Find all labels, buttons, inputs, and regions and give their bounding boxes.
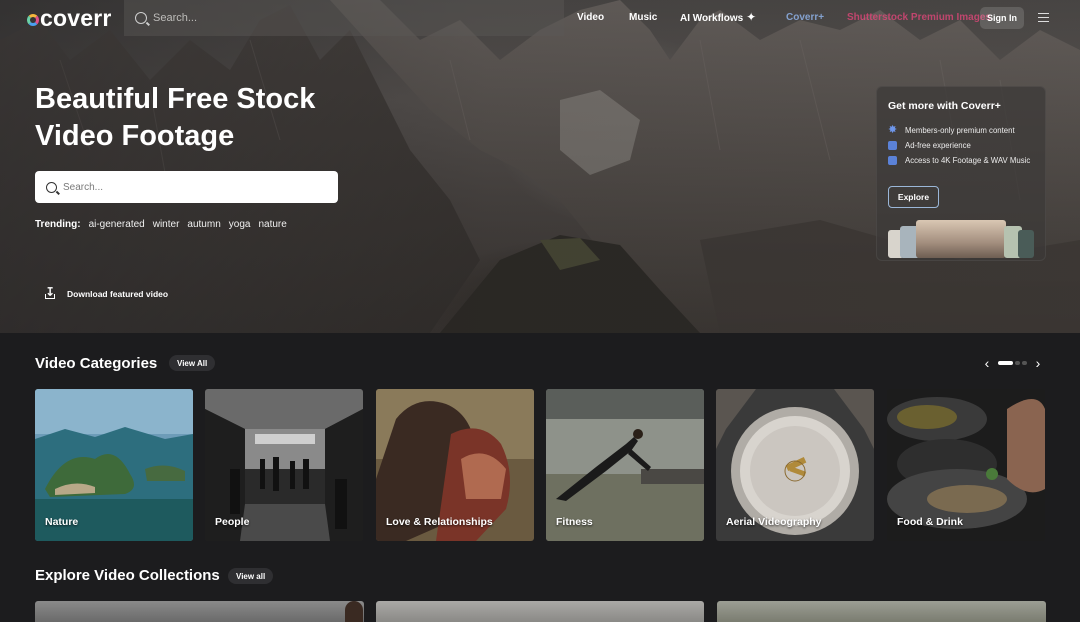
video-collections-title: Explore Video Collections: [35, 567, 220, 584]
search-icon: [135, 12, 147, 24]
category-label: People: [215, 516, 250, 528]
coverr-logo[interactable]: coverr: [27, 5, 112, 32]
category-label: Food & Drink: [897, 516, 963, 528]
chevron-left-icon[interactable]: ‹: [982, 356, 992, 370]
category-cards: Nature People Love & Relationships Fitne…: [35, 389, 1046, 541]
4k-icon: [888, 156, 897, 165]
download-featured-video-button[interactable]: Download featured video: [45, 285, 169, 299]
promo-thumbnail-stack: [888, 220, 1035, 258]
hamburger-menu-icon[interactable]: [1038, 13, 1049, 22]
carousel-dot[interactable]: [1022, 361, 1027, 365]
top-navigation: coverr Video Music AI Workflows✦ Coverr+…: [0, 0, 1080, 36]
trending-tag[interactable]: yoga: [229, 219, 251, 230]
category-card-food-drink[interactable]: Food & Drink: [887, 389, 1045, 541]
promo-feature-text: Members-only premium content: [905, 126, 1015, 135]
trending-tags: Trending: ai-generated winter autumn yog…: [35, 219, 287, 230]
promo-feature-list: ✸ Members-only premium content Ad-free ex…: [888, 124, 1040, 171]
nav-search-input[interactable]: [153, 12, 533, 24]
category-card-fitness[interactable]: Fitness: [546, 389, 704, 541]
nav-search-bar[interactable]: [124, 0, 564, 36]
category-card-people[interactable]: People: [205, 389, 363, 541]
search-icon: [46, 181, 57, 193]
ai-workflows-label: AI Workflows: [680, 13, 744, 24]
promo-title: Get more with Coverr+: [888, 100, 1001, 112]
carousel-dot-active[interactable]: [998, 361, 1013, 365]
trending-tag[interactable]: nature: [258, 219, 286, 230]
no-ads-icon: [888, 141, 897, 150]
category-card-love-relationships[interactable]: Love & Relationships: [376, 389, 534, 541]
promo-feature: ✸ Members-only premium content: [888, 124, 1040, 136]
nav-link-music[interactable]: Music: [629, 12, 657, 23]
trending-tag[interactable]: winter: [153, 219, 180, 230]
collection-card[interactable]: [717, 601, 1046, 622]
download-label: Download featured video: [67, 289, 169, 299]
category-card-nature[interactable]: Nature: [35, 389, 193, 541]
collection-card[interactable]: [376, 601, 704, 622]
nav-link-coverr-plus[interactable]: Coverr+: [786, 12, 824, 23]
category-label: Love & Relationships: [386, 516, 493, 528]
carousel-dot[interactable]: [1015, 361, 1020, 365]
hero-search-input[interactable]: [63, 181, 323, 193]
nav-link-video[interactable]: Video: [577, 12, 604, 23]
chevron-right-icon[interactable]: ›: [1033, 356, 1043, 370]
nav-link-ai-workflows[interactable]: AI Workflows ✦: [680, 10, 757, 24]
categories-carousel-nav: ‹ ›: [982, 356, 1043, 370]
download-icon: [45, 285, 55, 299]
collections-view-all-button[interactable]: View all: [228, 568, 274, 584]
carousel-pagination: [998, 361, 1027, 365]
hero-search-bar[interactable]: [35, 171, 338, 203]
category-label: Aerial Videography: [726, 516, 822, 528]
logo-mark-icon: [27, 14, 39, 26]
trending-tag[interactable]: ai-generated: [89, 219, 145, 230]
collection-thumbnail-detail: [345, 601, 363, 622]
collection-card[interactable]: [35, 601, 364, 622]
categories-view-all-button[interactable]: View All: [169, 355, 216, 371]
coverr-plus-promo-card: Get more with Coverr+ ✸ Members-only prem…: [876, 86, 1046, 261]
category-card-aerial-videography[interactable]: Aerial Videography: [716, 389, 874, 541]
sparkle-icon: ✦: [746, 10, 757, 24]
promo-feature-text: Access to 4K Footage & WAV Music: [905, 156, 1031, 165]
hero-title: Beautiful Free Stock Video Footage: [35, 83, 316, 152]
promo-feature: Ad-free experience: [888, 141, 1040, 150]
video-categories-title: Video Categories: [35, 355, 158, 372]
star-burst-icon: ✸: [888, 124, 898, 136]
category-label: Nature: [45, 516, 79, 528]
promo-feature: Access to 4K Footage & WAV Music: [888, 156, 1040, 165]
category-label: Fitness: [556, 516, 593, 528]
nav-link-shutterstock[interactable]: Shutterstock Premium Images: [847, 12, 991, 23]
logo-text: coverr: [40, 5, 112, 31]
trending-tag[interactable]: autumn: [187, 219, 220, 230]
explore-button[interactable]: Explore: [888, 186, 939, 208]
promo-feature-text: Ad-free experience: [905, 141, 971, 150]
trending-label: Trending:: [35, 219, 81, 230]
sign-in-button[interactable]: Sign In: [980, 7, 1024, 29]
